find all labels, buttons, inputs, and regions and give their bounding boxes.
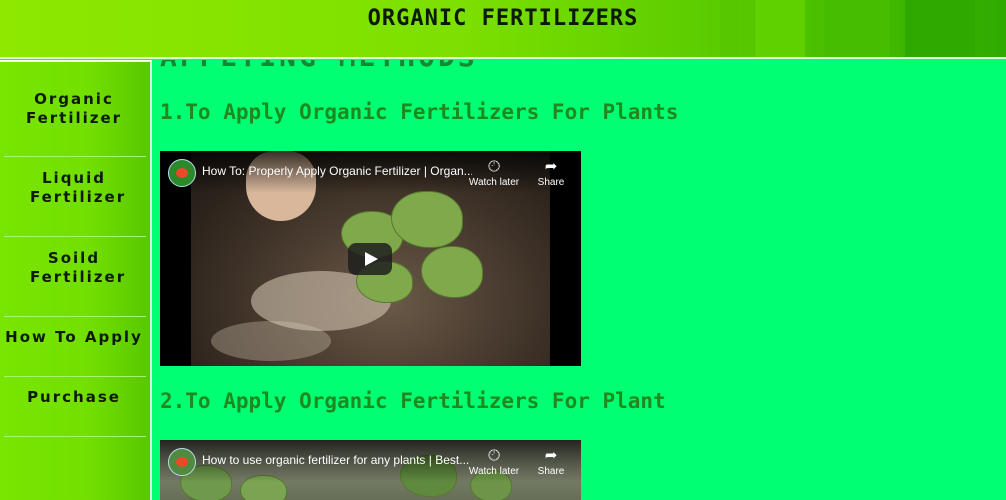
nav-item-how-to-apply[interactable]: How To Apply bbox=[0, 328, 148, 347]
nav-divider bbox=[4, 236, 146, 237]
video-title[interactable]: How to use organic fertilizer for any pl… bbox=[202, 453, 472, 467]
sidebar-nav: Organic Fertilizer Liquid Fertilizer Soi… bbox=[0, 60, 152, 500]
header-divider bbox=[0, 57, 1006, 59]
site-title: ORGANIC FERTILIZERS bbox=[367, 6, 639, 31]
play-icon[interactable] bbox=[348, 243, 392, 275]
nav-divider bbox=[4, 316, 146, 317]
share-button[interactable]: ➦ Share bbox=[523, 158, 579, 189]
share-button[interactable]: ➦ Share bbox=[523, 447, 579, 478]
share-icon: ➦ bbox=[544, 447, 558, 464]
watch-later-button[interactable]: 🕘︎ Watch later bbox=[466, 447, 522, 478]
nav-item-soild-fertilizer[interactable]: Soild Fertilizer bbox=[0, 249, 148, 287]
channel-logo[interactable] bbox=[168, 159, 196, 187]
site-header: ORGANIC FERTILIZERS bbox=[0, 0, 1006, 58]
page-title: APPLYING METHODS bbox=[160, 60, 478, 73]
section-heading: 1.To Apply Organic Fertilizers For Plant… bbox=[160, 100, 679, 124]
nav-divider bbox=[4, 436, 146, 437]
share-icon: ➦ bbox=[544, 158, 558, 175]
video-player[interactable]: How To: Properly Apply Organic Fertilize… bbox=[160, 151, 581, 366]
watch-later-button[interactable]: 🕘︎ Watch later bbox=[466, 158, 522, 189]
clock-icon: 🕘︎ bbox=[488, 447, 500, 464]
nav-divider bbox=[4, 156, 146, 157]
video-player[interactable]: How to use organic fertilizer for any pl… bbox=[160, 440, 581, 500]
nav-item-liquid-fertilizer[interactable]: Liquid Fertilizer bbox=[0, 169, 148, 207]
clock-icon: 🕘︎ bbox=[488, 158, 500, 175]
nav-item-purchase[interactable]: Purchase bbox=[0, 388, 148, 407]
video-title[interactable]: How To: Properly Apply Organic Fertilize… bbox=[202, 164, 472, 178]
nav-divider bbox=[4, 376, 146, 377]
main-content: APPLYING METHODS 1.To Apply Organic Fert… bbox=[154, 60, 1006, 500]
channel-logo[interactable] bbox=[168, 448, 196, 476]
section-heading: 2.To Apply Organic Fertilizers For Plant bbox=[160, 389, 666, 413]
nav-item-organic-fertilizer[interactable]: Organic Fertilizer bbox=[0, 90, 148, 128]
